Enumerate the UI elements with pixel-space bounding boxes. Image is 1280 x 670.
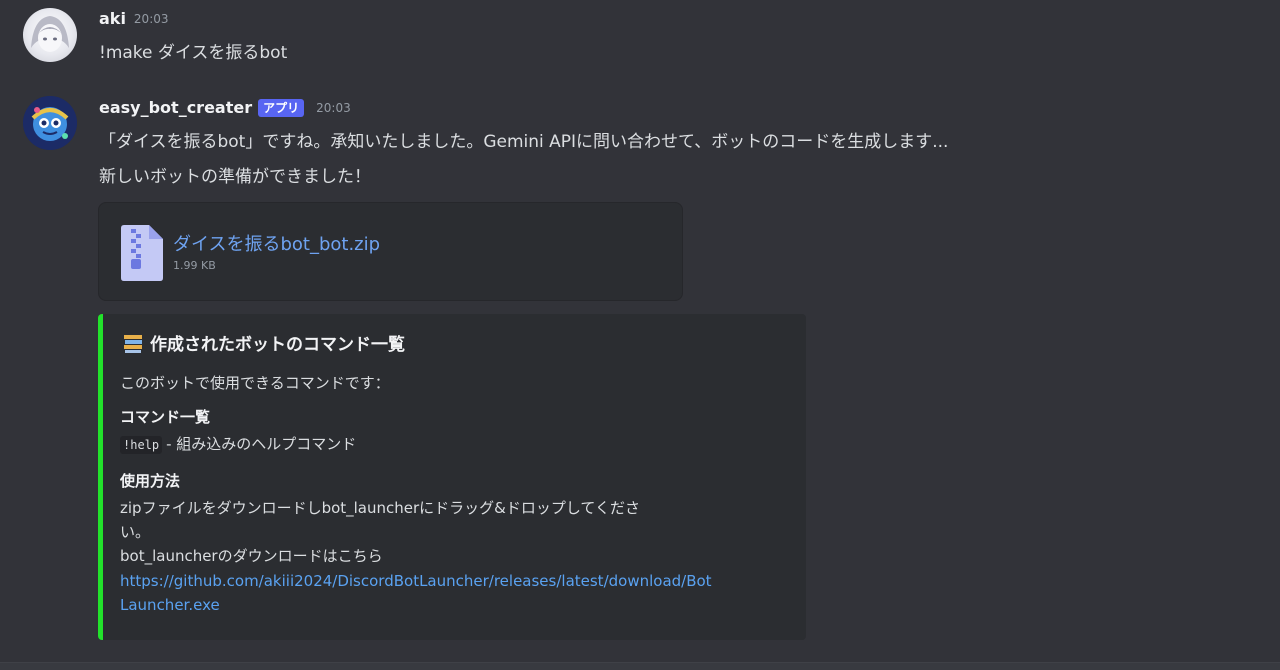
file-name-link[interactable]: ダイスを振るbot_bot.zip: [173, 230, 380, 256]
command-code: !help: [120, 436, 163, 454]
section-heading-commands: コマンド一覧: [120, 408, 211, 426]
embed-title: 作成されたボットのコマンド一覧: [122, 330, 405, 355]
section-heading-usage: 使用方法: [120, 472, 181, 490]
usage-line-1: zipファイルをダウンロードしbot_launcherにドラッグ&ドロップしてく…: [120, 499, 640, 517]
books-icon: [124, 334, 142, 353]
embed-description: このボットで使用できるコマンドです：: [120, 374, 390, 392]
message-text-line-1: 「ダイスを振るbot」ですね。承知いたしました。Gemini APIに問い合わせ…: [99, 132, 949, 152]
usage-line-3: bot_launcherのダウンロードはこちら: [120, 547, 383, 565]
timestamp: 20:03: [316, 100, 351, 115]
file-attachment[interactable]: ダイスを振るbot_bot.zip 1.99 KB: [98, 202, 683, 301]
chat-log: aki 20:03 !make ダイスを振るbot easy_bot_creat…: [0, 0, 1280, 670]
command-item: !help - 組み込みのヘルプコマンド: [120, 433, 356, 454]
embed-title-text: 作成されたボットのコマンド一覧: [150, 335, 405, 355]
zip-file-icon: [121, 225, 163, 281]
message-input-edge[interactable]: [0, 662, 1280, 670]
app-badge: アプリ: [258, 98, 305, 117]
message-bot: easy_bot_creater アプリ 20:03 「ダイスを振るbot」です…: [0, 0, 1280, 650]
avatar[interactable]: [23, 96, 77, 150]
usage-line-2: い。: [120, 523, 151, 541]
download-link-line-2[interactable]: Launcher.exe: [120, 596, 220, 614]
bot-avatar-image: [23, 96, 77, 150]
file-size: 1.99 KB: [173, 259, 216, 272]
author-name[interactable]: easy_bot_creater: [99, 98, 252, 117]
message-text-line-2: 新しいボットの準備ができました！: [99, 167, 371, 187]
embed-card: 作成されたボットのコマンド一覧 このボットで使用できるコマンドです： コマンド一…: [98, 314, 806, 640]
command-description: - 組み込みのヘルプコマンド: [166, 435, 357, 453]
download-link-line-1[interactable]: https://github.com/akiii2024/DiscordBotL…: [120, 572, 712, 590]
